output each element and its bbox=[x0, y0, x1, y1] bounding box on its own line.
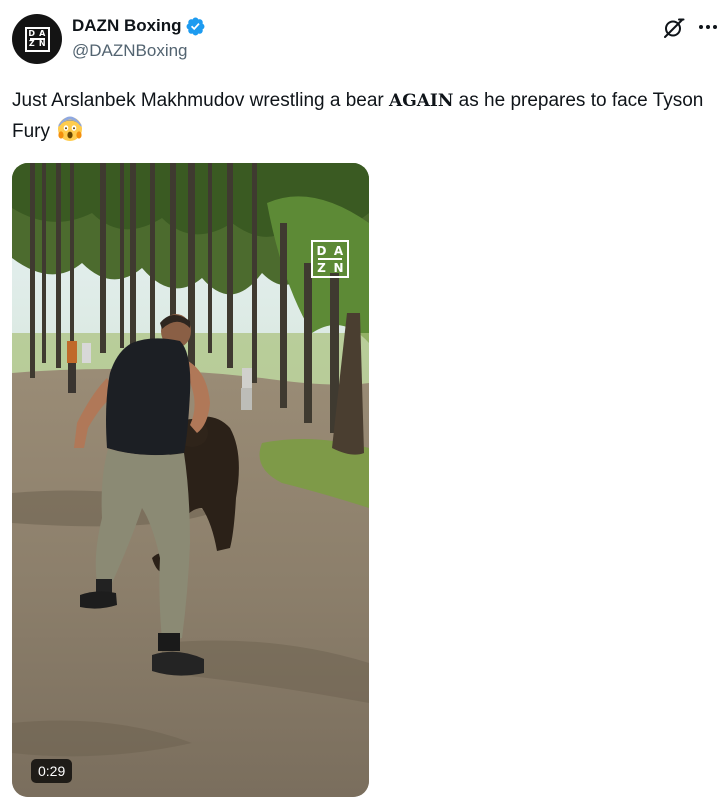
author-info: DAZN Boxing @DAZNBoxing bbox=[72, 15, 206, 61]
verified-badge-icon bbox=[186, 17, 205, 35]
logo-letter: Z bbox=[28, 39, 35, 49]
watermark-letter: A bbox=[333, 243, 344, 258]
dazn-watermark: D A Z N bbox=[311, 240, 349, 278]
display-name[interactable]: DAZN Boxing bbox=[72, 16, 182, 36]
logo-letter: D bbox=[28, 28, 36, 38]
tweet-text: Just Arslanbek Makhmudov wrestling a bea… bbox=[12, 86, 717, 146]
avatar[interactable]: D A Z N bbox=[12, 14, 62, 64]
watermark-divider bbox=[318, 258, 342, 260]
video-duration-badge: 0:29 bbox=[31, 759, 73, 783]
tweet-text-part: Just Arslanbek Makhmudov wrestling a bea… bbox=[12, 90, 390, 111]
screaming-face-emoji-icon bbox=[57, 116, 83, 142]
tweet-text-emphasis: AGAIN bbox=[389, 91, 454, 111]
display-name-row: DAZN Boxing bbox=[72, 15, 206, 37]
video-player[interactable]: D A Z N 0:29 bbox=[12, 163, 369, 797]
watermark-letter: Z bbox=[317, 260, 326, 275]
grok-icon[interactable] bbox=[662, 16, 686, 40]
author-handle[interactable]: @DAZNBoxing bbox=[72, 41, 206, 61]
logo-letter: A bbox=[39, 28, 46, 38]
logo-divider bbox=[29, 38, 45, 40]
logo-letter: N bbox=[38, 39, 46, 49]
watermark-letter: D bbox=[316, 243, 327, 258]
watermark-letter: N bbox=[333, 260, 344, 275]
dazn-logo: D A Z N bbox=[24, 26, 50, 52]
more-icon[interactable] bbox=[697, 16, 719, 38]
